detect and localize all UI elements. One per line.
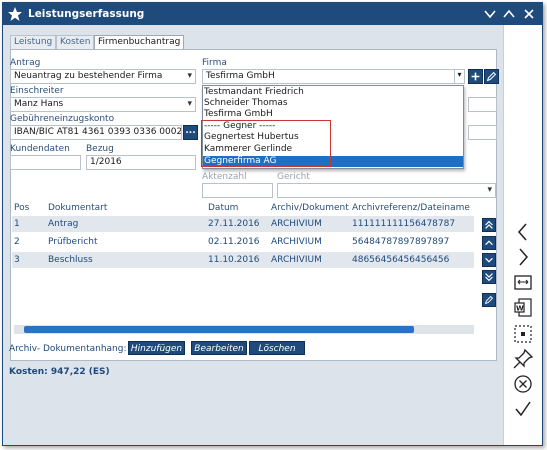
column-header-archiv: Archiv/Dokument bbox=[271, 203, 349, 213]
cell-archiv: ARCHIVIUM bbox=[271, 237, 322, 247]
gericht-select[interactable] bbox=[277, 183, 496, 198]
cell-archivreferenz: 56484787897897897 bbox=[352, 237, 450, 247]
edit-attachment-button[interactable]: Bearbeiten bbox=[191, 341, 247, 355]
einschreiter-select[interactable]: Manz Hans bbox=[10, 97, 196, 112]
browse-button[interactable]: ... bbox=[183, 125, 198, 140]
dropdown-item[interactable]: Schneider Thomas bbox=[203, 98, 463, 109]
column-header-dokumentart: Dokumentart bbox=[48, 203, 108, 213]
status-costs: Kosten: 947,22 (ES) bbox=[9, 367, 110, 377]
scrollbar-thumb[interactable] bbox=[24, 326, 414, 333]
antrag-label: Antrag bbox=[10, 58, 41, 68]
table-row[interactable]: 3 Beschluss 11.10.2016 ARCHIVIUM 4865645… bbox=[12, 252, 474, 268]
edit-document-icon[interactable] bbox=[482, 293, 496, 307]
table-row[interactable]: 2 Prüfbericht 02.11.2016 ARCHIVIUM 56484… bbox=[12, 234, 474, 250]
cell-dokumentart: Antrag bbox=[48, 219, 79, 229]
firma-label: Firma bbox=[202, 58, 227, 68]
kundendaten-field[interactable] bbox=[10, 155, 81, 170]
checkmark-icon[interactable] bbox=[511, 397, 535, 421]
dropdown-item[interactable]: Tesfirma GmbH bbox=[203, 109, 463, 120]
gebuehren-label: Gebühreneinzugskonto bbox=[10, 114, 115, 124]
cell-datum: 02.11.2016 bbox=[208, 237, 260, 247]
move-down-icon[interactable] bbox=[482, 253, 496, 267]
column-header-pos: Pos bbox=[14, 203, 30, 213]
gericht-label: Gericht bbox=[277, 172, 310, 182]
delete-attachment-button[interactable]: Löschen bbox=[249, 341, 305, 355]
add-attachment-button[interactable]: Hinzufügen bbox=[128, 341, 185, 355]
edit-icon[interactable] bbox=[484, 69, 499, 84]
firma-select[interactable]: Tesfirma GmbH ▾ bbox=[202, 69, 465, 84]
chevron-down-icon[interactable] bbox=[483, 7, 497, 21]
cancel-icon[interactable] bbox=[511, 372, 535, 396]
bezug-field[interactable]: 1/2016 bbox=[86, 155, 196, 170]
word-document-icon[interactable]: W bbox=[511, 296, 535, 320]
svg-text:W: W bbox=[516, 305, 524, 313]
move-to-bottom-icon[interactable] bbox=[482, 270, 496, 284]
firma-value: Tesfirma GmbH bbox=[206, 71, 275, 81]
pin-icon[interactable] bbox=[511, 347, 535, 371]
main-area: Leistung Kosten Firmenbuchantrag Antrag … bbox=[3, 25, 503, 445]
column-header-datum: Datum bbox=[208, 203, 239, 213]
chevron-left-icon[interactable] bbox=[511, 220, 535, 244]
kundendaten-label: Kundendaten bbox=[10, 144, 70, 154]
cell-archivreferenz: 111111111156478787 bbox=[352, 219, 456, 229]
cell-dokumentart: Prüfbericht bbox=[48, 237, 98, 247]
gebuehren-field[interactable]: IBAN/BIC AT81 4361 0393 0336 0002 - VC bbox=[10, 125, 182, 140]
aktenzahl-field[interactable] bbox=[202, 183, 273, 198]
tab-leistung[interactable]: Leistung bbox=[10, 35, 57, 49]
antrag-select[interactable]: Neuantrag zu bestehender Firma bbox=[10, 69, 196, 84]
aktenzahl-label: Aktenzahl bbox=[202, 172, 247, 182]
star-icon bbox=[8, 7, 22, 21]
highlight-box bbox=[201, 120, 331, 167]
cell-archiv: ARCHIVIUM bbox=[271, 219, 322, 229]
bezug-label: Bezug bbox=[86, 144, 114, 154]
add-icon[interactable] bbox=[468, 69, 483, 84]
table-row[interactable]: 1 Antrag 27.11.2016 ARCHIVIUM 1111111111… bbox=[12, 216, 474, 232]
move-up-icon[interactable] bbox=[482, 236, 496, 250]
window-title: Leistungserfassung bbox=[28, 8, 145, 20]
cell-dokumentart: Beschluss bbox=[48, 255, 93, 265]
attachment-label: Archiv- Dokumentanhang: bbox=[9, 344, 127, 354]
cell-pos: 1 bbox=[14, 219, 20, 229]
cell-archiv: ARCHIVIUM bbox=[271, 255, 322, 265]
qr-code-icon[interactable] bbox=[511, 322, 535, 346]
move-to-top-icon[interactable] bbox=[482, 218, 496, 232]
cell-datum: 27.11.2016 bbox=[208, 219, 260, 229]
chevron-right-icon[interactable] bbox=[511, 245, 535, 269]
hidden-field-1[interactable] bbox=[468, 97, 497, 112]
tab-firmenbuchantrag[interactable]: Firmenbuchantrag bbox=[94, 35, 185, 50]
cell-datum: 11.10.2016 bbox=[208, 255, 260, 265]
right-toolbar: W bbox=[503, 25, 542, 445]
hidden-field-2[interactable] bbox=[468, 125, 497, 140]
tab-kosten[interactable]: Kosten bbox=[56, 35, 95, 49]
title-bar: Leistungserfassung bbox=[3, 3, 542, 25]
application-window: Leistungserfassung Leistung Kosten Firme… bbox=[2, 2, 543, 446]
cell-archivreferenz: 48656456456456456 bbox=[352, 255, 450, 265]
einschreiter-label: Einschreiter bbox=[10, 86, 64, 96]
dropdown-item[interactable]: Testmandant Friedrich bbox=[203, 87, 463, 98]
cell-pos: 3 bbox=[14, 255, 20, 265]
chevron-up-icon[interactable] bbox=[502, 7, 516, 21]
transfer-icon[interactable] bbox=[511, 271, 535, 295]
column-header-archivreferenz: Archivreferenz/Dateiname bbox=[352, 203, 470, 213]
close-icon[interactable] bbox=[522, 7, 536, 21]
horizontal-scrollbar[interactable] bbox=[14, 325, 474, 334]
firma-dropdown-arrow-icon[interactable]: ▾ bbox=[454, 70, 464, 83]
cell-pos: 2 bbox=[14, 237, 20, 247]
